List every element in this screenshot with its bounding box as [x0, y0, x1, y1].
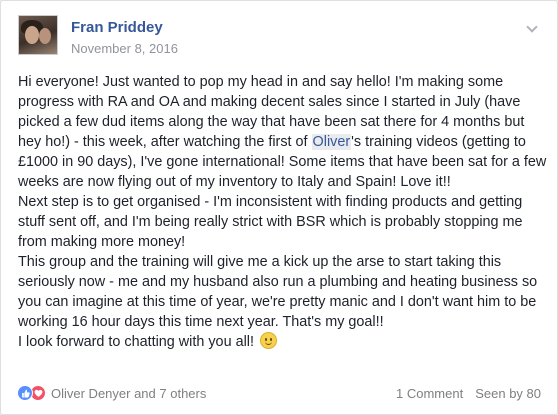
like-reaction-icon[interactable]: [17, 385, 33, 401]
paragraph-1: Hi everyone! Just wanted to pop my head …: [18, 72, 548, 192]
comments-link[interactable]: 1 Comment: [396, 386, 463, 401]
avatar[interactable]: [18, 15, 58, 55]
author-name[interactable]: Fran Priddey: [71, 18, 178, 37]
mention-oliver[interactable]: Oliver: [311, 134, 352, 150]
post-meta: Fran Priddey November 8, 2016: [71, 18, 178, 57]
post-body: Hi everyone! Just wanted to pop my head …: [18, 72, 548, 352]
reactors-text[interactable]: Oliver Denyer and 7 others: [51, 386, 206, 401]
paragraph-4-text: I look forward to chatting with you all!: [18, 334, 254, 350]
post-header: Fran Priddey November 8, 2016: [18, 15, 178, 57]
post-date[interactable]: November 8, 2016: [71, 41, 178, 57]
paragraph-4: I look forward to chatting with you all!: [18, 332, 548, 352]
post-footer: Oliver Denyer and 7 others 1 Comment See…: [17, 380, 541, 406]
chevron-down-icon[interactable]: [526, 21, 538, 33]
paragraph-3: This group and the training will give me…: [18, 254, 538, 330]
seen-by-count[interactable]: Seen by 80: [475, 386, 541, 401]
paragraph-2: Next step is to get organised - I'm inco…: [18, 194, 523, 250]
post-card: Fran Priddey November 8, 2016 Hi everyon…: [0, 0, 558, 415]
smile-emoji-icon: [259, 332, 277, 349]
